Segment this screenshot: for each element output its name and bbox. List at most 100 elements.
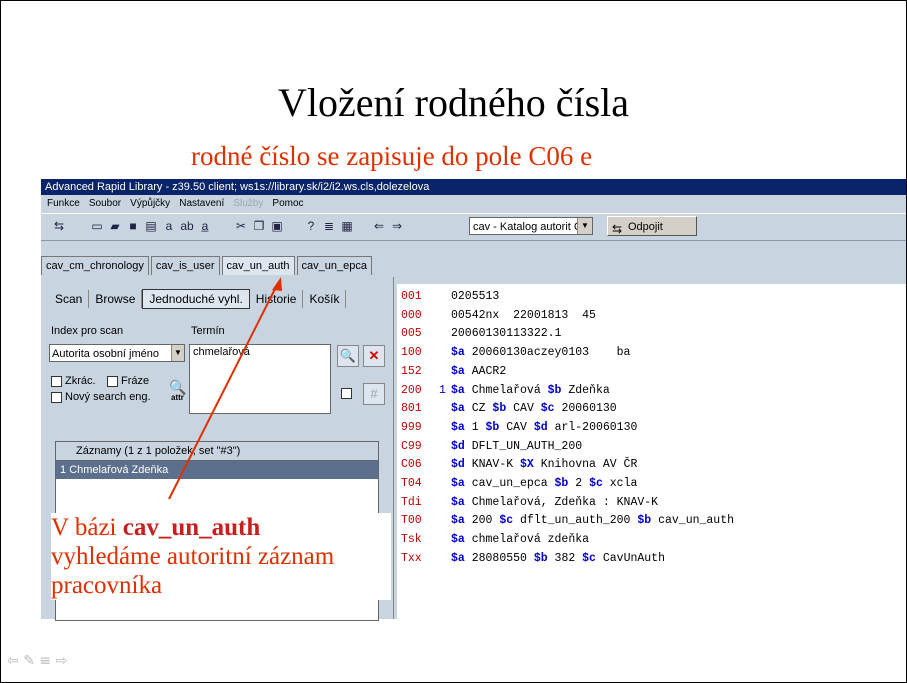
record-tag: 100	[401, 346, 422, 360]
subtab-scan[interactable]: Scan	[49, 290, 90, 308]
print-icon[interactable]: ▤	[143, 218, 159, 234]
result-row-number: 1	[60, 464, 67, 476]
list-icon[interactable]: ≣	[321, 218, 337, 234]
record-value: $d KNAV-K $X Knihovna AV ČR	[451, 458, 638, 472]
zkrac-label: Zkrác.	[65, 375, 96, 387]
record-tag: 801	[401, 402, 422, 416]
record-value: $a Chmelařová, Zdeňka : KNAV-K	[451, 495, 659, 509]
slide-subtitle: rodné číslo se zapisuje do pole C06 e	[191, 141, 593, 171]
result-row-text: Chmelařová Zdeňka	[69, 464, 169, 476]
record-value: $a Chmelařová $b Zdeňka	[451, 383, 610, 397]
record-value: 00542nx 22001813 45	[451, 308, 596, 322]
term-input[interactable]: chmelařová	[189, 344, 331, 414]
new-file-icon[interactable]: ▭	[89, 218, 105, 234]
save-icon[interactable]: ■	[125, 218, 141, 234]
record-tag: T00	[401, 514, 422, 528]
spell-icon[interactable]: ab	[179, 218, 195, 234]
index-select[interactable]: Autorita osobní jméno ▼	[49, 344, 185, 362]
slide-nav: ⇦ ✎ ≡ ⇨	[7, 653, 67, 669]
record-value: $a cav_un_epca $b 2 $c xcla	[451, 477, 638, 490]
catalog-select[interactable]: cav - Katalog autorit C ▼	[469, 217, 593, 235]
fraze-checkbox[interactable]: Fráze	[107, 375, 149, 387]
record-tag: Txx	[401, 551, 422, 565]
menu-pomoc[interactable]: Pomoc	[272, 198, 303, 209]
cut-icon[interactable]: ✂	[233, 218, 249, 234]
record-value: $a chmelařová zdeňka	[451, 533, 590, 547]
record-view: 001 0205513 000 00542nx 22001813 45 005 20060…	[397, 284, 906, 619]
prev-arrow-icon[interactable]: ⇦	[7, 653, 19, 669]
window-title: Advanced Rapid Library - z39.50 client; …	[45, 181, 430, 193]
subtab-simple-search[interactable]: Jednoduché vyhl.	[142, 289, 250, 309]
catalog-select-value: cav - Katalog autorit C	[473, 221, 582, 233]
annotation-prefix: V bázi	[51, 514, 123, 541]
menu-nastaveni[interactable]: Nastavení	[179, 198, 224, 209]
search-icon[interactable]: 🔍	[337, 345, 359, 367]
tools-icon[interactable]: ▦	[339, 218, 355, 234]
chevron-down-icon[interactable]: ▼	[577, 218, 592, 234]
term-label: Termín	[191, 325, 225, 337]
clear-icon[interactable]: ✕	[363, 345, 385, 367]
record-value: $a CZ $b CAV $c 20060130	[451, 402, 617, 416]
tab-cav-cm-chronology[interactable]: cav_cm_chronology	[41, 256, 149, 275]
new-engine-checkbox[interactable]: Nový search eng.	[51, 391, 151, 403]
paste-icon[interactable]: ▣	[269, 218, 285, 234]
menu-vypujcky[interactable]: Výpůjčky	[130, 198, 170, 209]
open-folder-icon[interactable]: ▰	[107, 218, 123, 234]
attr-label: attr	[171, 393, 184, 402]
new-engine-box[interactable]	[51, 391, 62, 403]
record-value: 0205513	[451, 290, 500, 303]
next-arrow-icon[interactable]: ⇨	[56, 653, 68, 669]
result-row[interactable]: 1 Chmelařová Zdeňka	[56, 461, 378, 479]
menu-bar: Funkce Soubor Výpůjčky Nastavení Služby …	[41, 195, 906, 211]
record-tag: C99	[401, 439, 422, 453]
record-value: $a AACR2	[451, 364, 507, 378]
record-tag: 152	[401, 364, 422, 378]
connect-icon[interactable]: ⇆	[51, 218, 67, 234]
pen-icon[interactable]: ✎	[23, 653, 35, 669]
annotation-text: V bázi cav_un_auth vyhledáme autoritní z…	[51, 513, 391, 600]
record-value: $a 28080550 $b 382 $c CavUnAuth	[451, 551, 665, 565]
index-label: Index pro scan	[51, 325, 124, 337]
zkrac-box[interactable]	[51, 375, 62, 387]
underline-icon[interactable]: a̲	[197, 218, 213, 234]
tab-cav-is-user[interactable]: cav_is_user	[150, 256, 220, 275]
fraze-label: Fráze	[121, 375, 150, 387]
record-indicator: 1	[439, 383, 446, 397]
record-tag: 005	[401, 327, 422, 341]
record-tag: Tdi	[401, 495, 422, 509]
annotation-bold: cav_un_auth	[122, 514, 261, 541]
tab-cav-un-auth[interactable]: cav_un_auth	[221, 256, 295, 275]
record-tag: 999	[401, 420, 422, 434]
copy-icon[interactable]: ❐	[251, 218, 267, 234]
record-tag: 200	[401, 383, 422, 397]
record-tag: 001	[401, 290, 422, 303]
back-arrow-icon[interactable]: ⇐	[371, 218, 387, 234]
menu-icon[interactable]: ≡	[39, 653, 51, 669]
record-value: $a 200 $c dflt_un_auth_200 $b cav_un_aut…	[451, 514, 735, 528]
chevron-down-icon[interactable]: ▼	[171, 345, 184, 361]
results-header: Záznamy (1 z 1 položek, set "#3")	[56, 442, 378, 461]
text-icon[interactable]: a	[161, 218, 177, 234]
slide: Vložení rodného čísla rodné číslo se zap…	[0, 0, 907, 683]
menu-soubor[interactable]: Soubor	[89, 198, 121, 209]
extra-checkbox[interactable]	[341, 387, 355, 399]
forward-arrow-icon[interactable]: ⇒	[389, 218, 405, 234]
subtab-basket[interactable]: Košík	[303, 290, 347, 308]
subtab-history[interactable]: Historie	[250, 290, 304, 308]
subtab-browse[interactable]: Browse	[89, 290, 143, 308]
grid-icon[interactable]: #	[363, 383, 385, 405]
annotation-rest: vyhledáme autoritní záznam pracovníka	[51, 543, 335, 599]
zkrac-checkbox[interactable]: Zkrác.	[51, 375, 96, 387]
disconnect-button[interactable]: ⇆ Odpojit	[607, 216, 697, 236]
record-tag: Tsk	[401, 533, 422, 547]
record-value: $d DFLT_UN_AUTH_200	[451, 439, 583, 453]
fraze-box[interactable]	[107, 375, 118, 387]
record-value: $a 20060130aczey0103 ba	[451, 346, 631, 360]
help-icon[interactable]: ?	[303, 218, 319, 234]
record-tag: T04	[401, 477, 422, 490]
tab-cav-un-epca[interactable]: cav_un_epca	[296, 256, 372, 275]
menu-sluzby: Služby	[233, 198, 264, 209]
menu-funkce[interactable]: Funkce	[47, 198, 80, 209]
window-titlebar: Advanced Rapid Library - z39.50 client; …	[41, 179, 906, 195]
record-tag: C06	[401, 458, 422, 472]
